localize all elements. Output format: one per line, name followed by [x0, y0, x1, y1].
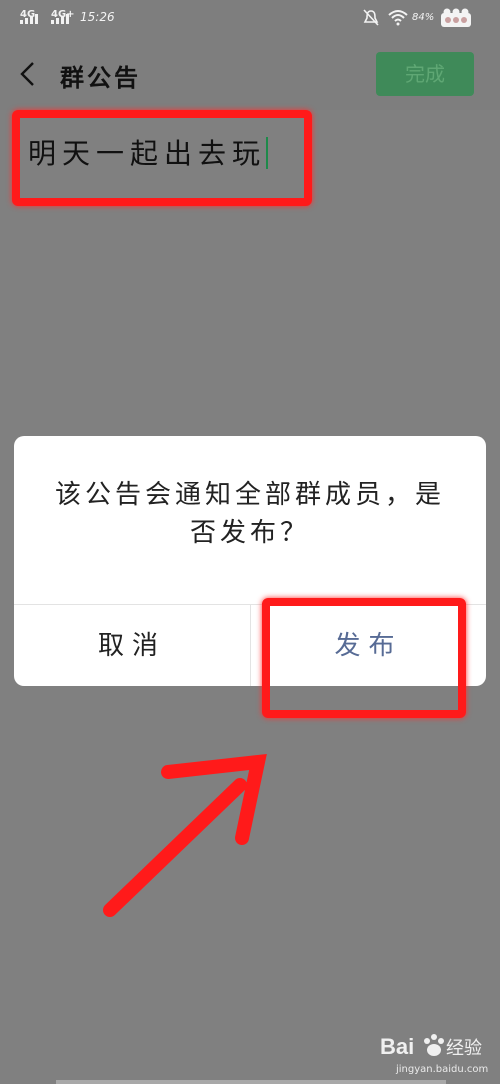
done-button[interactable]: 完成 — [376, 52, 474, 96]
svg-text:经验: 经验 — [446, 1038, 482, 1059]
svg-text:Bai: Bai — [380, 1034, 414, 1059]
signal-icon-2 — [51, 14, 69, 24]
watermark-url: jingyan.baidu.com — [396, 1064, 489, 1075]
bell-muted-icon — [363, 9, 379, 26]
baidu-logo-icon: Bai 经验 — [380, 1034, 482, 1059]
page-title: 群公告 — [60, 63, 141, 92]
annotation-arrow-icon — [103, 753, 267, 917]
status-bar: 4G 4G+ 15:26 84% — [0, 0, 500, 38]
battery-percent: 84% — [412, 12, 435, 23]
battery-icon — [441, 8, 471, 27]
annotation-highlight-publish — [262, 598, 466, 718]
dialog-message: 该公告会通知全部群成员，是否发布？ — [54, 480, 445, 548]
annotation-highlight-text — [12, 110, 312, 206]
cancel-button[interactable]: 取消 — [14, 605, 250, 686]
bottom-nav-indicator — [56, 1080, 446, 1084]
wifi-icon — [388, 10, 408, 26]
signal-icon — [20, 14, 38, 24]
chevron-left-icon[interactable] — [16, 60, 40, 88]
status-time: 15:26 — [80, 10, 115, 24]
